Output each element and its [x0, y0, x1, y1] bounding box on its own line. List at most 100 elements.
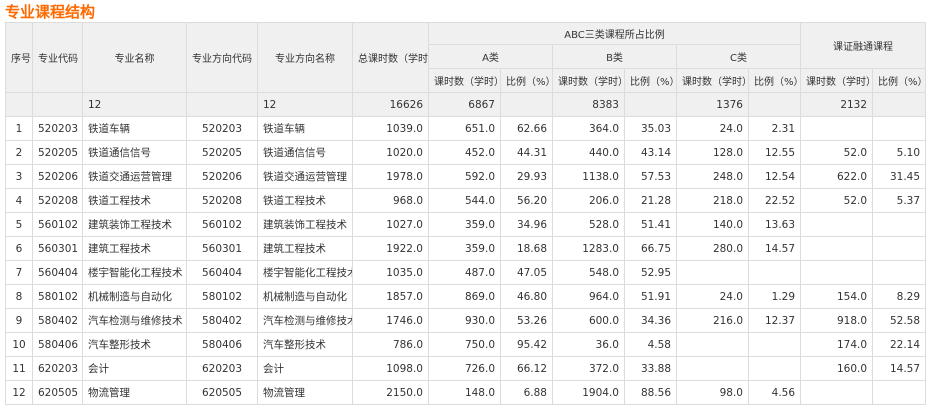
header-cert-course-group: 课证融通课程: [800, 22, 927, 69]
cell-c-ratio: 4.56: [747, 380, 802, 405]
cell-c-ratio: 12.54: [747, 164, 802, 189]
cell-direction-name: 建筑工程技术: [257, 236, 353, 261]
cell-seq: 12: [5, 380, 33, 405]
cell-total-hours: 1857.0: [352, 284, 429, 309]
cell-b-ratio: 4.58: [624, 332, 677, 357]
cell-major-name: 机械制造与自动化: [82, 284, 187, 309]
cell-cert-ratio: [872, 212, 927, 237]
cell-b-hours: 1283.0: [552, 236, 625, 261]
cell-direction-code: 580402: [186, 308, 258, 333]
cell-total-hours: 1978.0: [352, 164, 429, 189]
cell-seq: 11: [5, 356, 33, 381]
cell-seq: 1: [5, 116, 33, 141]
header-c-hours: 课时数（学时）: [676, 68, 749, 93]
cell-cert-ratio: 22.14: [872, 332, 927, 357]
cell-c-hours: 24.0: [676, 284, 749, 309]
cell-total-hours: 1027.0: [352, 212, 429, 237]
cell-major-code: 520205: [32, 140, 83, 165]
cell-total-hours: 1922.0: [352, 236, 429, 261]
cell-a-ratio: 62.66: [500, 116, 553, 141]
cell-c-hours: [676, 356, 749, 381]
cell-b-ratio: 43.14: [624, 140, 677, 165]
cell-major-name: 汽车检测与维修技术: [82, 308, 187, 333]
cell-cert-ratio: 52.58: [872, 308, 927, 333]
cell-a-hours: 544.0: [428, 188, 501, 213]
cell-c-ratio: 1.29: [747, 284, 802, 309]
cell-major-name: 物流管理: [82, 380, 187, 405]
cell-seq: 8: [5, 284, 33, 309]
table-row: 9 580402 汽车检测与维修技术 580402 汽车检测与维修技术 1746.0 930…: [5, 308, 927, 333]
cell-major-code: 620505: [32, 380, 83, 405]
cell-a-hours: 359.0: [428, 212, 501, 237]
cell-major-code: 520203: [32, 116, 83, 141]
cell-a-ratio: 18.68: [500, 236, 553, 261]
cell-major-code: 520206: [32, 164, 83, 189]
header-b-ratio: 比例（%）: [624, 68, 677, 93]
cell-major-name: 铁道通信信号: [82, 140, 187, 165]
cell-major-name: 楼宇智能化工程技术: [82, 260, 187, 285]
cell-cert-hours: [800, 380, 874, 405]
totals-seq: [5, 92, 33, 117]
cell-a-ratio: 46.80: [500, 284, 553, 309]
cell-cert-ratio: 8.29: [872, 284, 927, 309]
cell-direction-code: 560404: [186, 260, 258, 285]
cell-major-code: 560102: [32, 212, 83, 237]
cell-major-name: 会计: [82, 356, 187, 381]
cell-a-hours: 487.0: [428, 260, 501, 285]
cell-b-ratio: 51.91: [624, 284, 677, 309]
header-total-hours: 总课时数（学时）: [352, 22, 429, 93]
cell-c-hours: 280.0: [676, 236, 749, 261]
cell-major-name: 铁道工程技术: [82, 188, 187, 213]
cell-direction-code: 520206: [186, 164, 258, 189]
cell-total-hours: 2150.0: [352, 380, 429, 405]
cell-b-ratio: 88.56: [624, 380, 677, 405]
cell-c-ratio: 22.52: [747, 188, 802, 213]
cell-direction-name: 铁道车辆: [257, 116, 353, 141]
totals-b-ratio: [624, 92, 677, 117]
cell-direction-name: 铁道通信信号: [257, 140, 353, 165]
cell-a-ratio: 29.93: [500, 164, 553, 189]
cell-c-ratio: [747, 356, 802, 381]
cell-cert-hours: 52.0: [800, 140, 874, 165]
cell-cert-ratio: 5.10: [872, 140, 927, 165]
cell-a-hours: 726.0: [428, 356, 501, 381]
cell-seq: 3: [5, 164, 33, 189]
cell-total-hours: 968.0: [352, 188, 429, 213]
header-seq: 序号: [5, 22, 33, 93]
cell-cert-ratio: 31.45: [872, 164, 927, 189]
cell-c-ratio: [747, 332, 802, 357]
cell-direction-name: 机械制造与自动化: [257, 284, 353, 309]
table-row: 3 520206 铁道交通运营管理 520206 铁道交通运营管理 1978.0 592.0…: [5, 164, 927, 189]
cell-a-ratio: 34.96: [500, 212, 553, 237]
header-major-code: 专业代码: [32, 22, 83, 93]
cell-seq: 5: [5, 212, 33, 237]
cell-a-hours: 359.0: [428, 236, 501, 261]
header-cert-ratio: 比例（%）: [872, 68, 927, 93]
cell-seq: 7: [5, 260, 33, 285]
totals-total-hours: 16626: [352, 92, 429, 117]
cell-b-hours: 528.0: [552, 212, 625, 237]
header-category-b: B类: [552, 44, 677, 69]
table-row: 4 520208 铁道工程技术 520208 铁道工程技术 968.0 544.0 56.20…: [5, 188, 927, 213]
cell-a-hours: 750.0: [428, 332, 501, 357]
header-a-hours: 课时数（学时）: [428, 68, 501, 93]
cell-b-hours: 364.0: [552, 116, 625, 141]
cell-a-ratio: 66.12: [500, 356, 553, 381]
cell-a-ratio: 44.31: [500, 140, 553, 165]
cell-cert-ratio: 14.57: [872, 356, 927, 381]
cell-a-ratio: 56.20: [500, 188, 553, 213]
cell-cert-ratio: 5.37: [872, 188, 927, 213]
table-header: 序号 专业代码 专业名称 专业方向代码 专业方向名称 总课时数（学时） ABC三…: [5, 22, 927, 93]
cell-a-ratio: 95.42: [500, 332, 553, 357]
header-direction-name: 专业方向名称: [257, 22, 353, 93]
course-structure-table: 序号 专业代码 专业名称 专业方向代码 专业方向名称 总课时数（学时） ABC三…: [5, 22, 927, 405]
header-cert-hours: 课时数（学时）: [800, 68, 874, 93]
cell-b-ratio: 51.41: [624, 212, 677, 237]
cell-a-hours: 930.0: [428, 308, 501, 333]
header-b-hours: 课时数（学时）: [552, 68, 625, 93]
cell-total-hours: 1098.0: [352, 356, 429, 381]
table-row: 1 520203 铁道车辆 520203 铁道车辆 1039.0 651.0 62.66 364…: [5, 116, 927, 141]
cell-cert-hours: [800, 212, 874, 237]
cell-b-ratio: 57.53: [624, 164, 677, 189]
cell-major-name: 铁道车辆: [82, 116, 187, 141]
